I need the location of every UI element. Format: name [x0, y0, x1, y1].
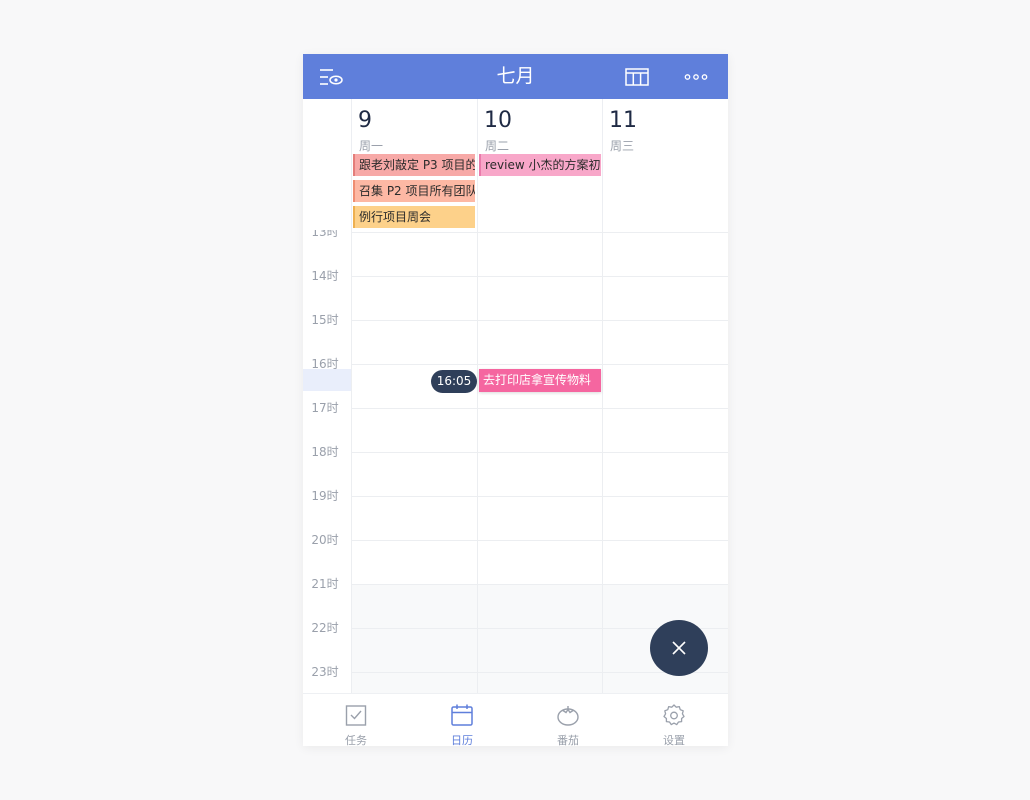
timed-event[interactable]: 去打印店拿宣传物料: [479, 369, 601, 392]
tab-tomato[interactable]: 番茄: [515, 694, 621, 746]
hour-line: [351, 408, 728, 409]
tab-label: 日历: [451, 734, 473, 746]
day-column-11[interactable]: 11 周三: [602, 99, 728, 230]
allday-event[interactable]: review 小杰的方案初: [479, 154, 601, 176]
allday-event[interactable]: 召集 P2 项目所有团队: [353, 180, 475, 202]
hour-label: 17时: [311, 401, 339, 415]
tab-calendar[interactable]: 日历: [409, 694, 515, 746]
day-number: 9: [358, 108, 372, 133]
hour-line: [351, 584, 728, 585]
hour-label: 18时: [311, 445, 339, 459]
tab-label: 设置: [663, 734, 685, 746]
day-number: 11: [609, 108, 637, 133]
hour-label: 22时: [311, 621, 339, 635]
month-title: 七月: [496, 65, 535, 87]
calendar-icon: [451, 704, 473, 726]
hour-line: [351, 232, 728, 233]
day-weekday: 周一: [359, 139, 384, 153]
hour-label: 15时: [311, 313, 339, 327]
tab-label: 番茄: [557, 734, 579, 746]
hour-line: [351, 320, 728, 321]
more-dots-icon[interactable]: [679, 54, 713, 99]
hour-label: 19时: [311, 489, 339, 503]
close-fab-button[interactable]: [650, 620, 708, 676]
hour-label: 20时: [311, 533, 339, 547]
hour-label: 23时: [311, 665, 339, 679]
hour-label: 13时: [311, 230, 339, 239]
tomato-icon: [557, 706, 579, 726]
top-bar: 七月: [303, 54, 728, 99]
day-weekday: 周二: [485, 139, 510, 153]
close-icon: [672, 641, 686, 655]
current-time-band: [303, 369, 351, 391]
bottom-tab-bar: 任务 日历 番茄 设置: [303, 693, 728, 746]
day-header: 9 周一 10 周二 11 周三 跟老刘敲定 P3 项目的 召集 P2 项目所有…: [303, 99, 728, 231]
settings-gear-icon: [663, 704, 685, 726]
columns-view-icon[interactable]: [621, 54, 653, 99]
day-weekday: 周三: [610, 139, 635, 153]
hour-label: 21时: [311, 577, 339, 591]
hour-line: [351, 452, 728, 453]
allday-event[interactable]: 例行项目周会: [353, 206, 475, 228]
tab-label: 任务: [345, 734, 367, 746]
tab-settings[interactable]: 设置: [621, 694, 727, 746]
app-window: 七月 9 周一 10 周二 11 周三 跟老刘敲定 P3 项目的 召集 P2 项…: [303, 54, 728, 746]
task-check-icon: [345, 705, 367, 726]
hour-line: [351, 496, 728, 497]
allday-event[interactable]: 跟老刘敲定 P3 项目的: [353, 154, 475, 176]
hour-line: [351, 364, 728, 365]
hour-line: [351, 540, 728, 541]
column-divider: [602, 230, 603, 693]
column-divider: [477, 230, 478, 693]
column-divider: [351, 230, 352, 693]
tab-tasks[interactable]: 任务: [303, 694, 409, 746]
hour-line: [351, 276, 728, 277]
day-number: 10: [484, 108, 512, 133]
hour-label: 14时: [311, 269, 339, 283]
current-time-indicator: 16:05: [431, 370, 477, 393]
